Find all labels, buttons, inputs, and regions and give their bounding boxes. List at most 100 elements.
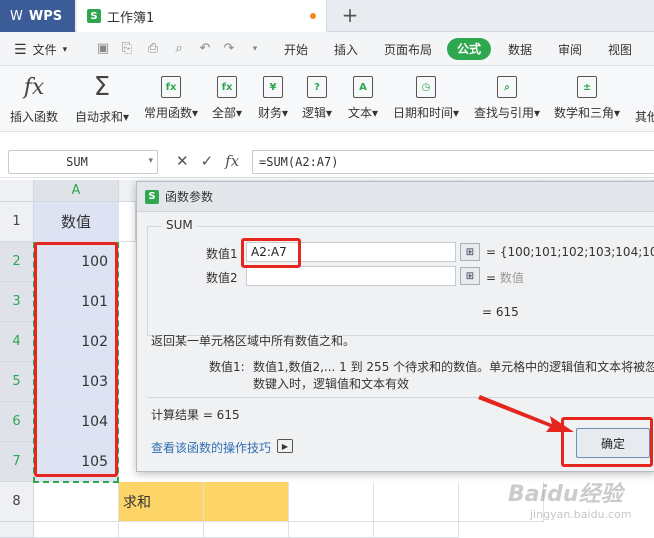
cell-a8[interactable] bbox=[34, 482, 119, 522]
undo-icon[interactable]: ↶ bbox=[196, 40, 214, 58]
cell-a4[interactable]: 102 bbox=[34, 322, 119, 362]
lookup-icon: ⌕ bbox=[497, 76, 518, 98]
common-fn-icon: fx bbox=[161, 76, 182, 98]
formula-input[interactable]: =SUM(A2:A7) bbox=[252, 150, 654, 174]
redo-icon[interactable]: ↷ bbox=[220, 40, 238, 58]
cancel-icon[interactable]: ✕ bbox=[176, 152, 189, 170]
row-header-9[interactable] bbox=[0, 522, 34, 538]
cell-d9[interactable] bbox=[289, 522, 374, 538]
print-preview-icon[interactable]: ⌕ bbox=[170, 40, 188, 58]
finance-icon: ¥ bbox=[263, 76, 284, 98]
file-menu[interactable]: ☰ 文件 ▾ bbox=[14, 41, 67, 58]
more-functions-button[interactable]: 其他 bbox=[634, 72, 654, 128]
row-header-2[interactable]: 2 bbox=[0, 242, 34, 282]
file-menu-label: 文件 bbox=[32, 43, 57, 57]
insert-function-button[interactable]: fx 插入函数 bbox=[10, 72, 58, 128]
finance-button[interactable]: ¥ 财务▾ bbox=[258, 72, 288, 128]
cell-b9[interactable] bbox=[119, 522, 204, 538]
dialog-titlebar[interactable]: S 函数参数 bbox=[137, 182, 654, 212]
text-functions-button[interactable]: A 文本▾ bbox=[348, 72, 378, 128]
cell-c8[interactable] bbox=[204, 482, 289, 522]
cell-a7[interactable]: 105 bbox=[34, 442, 119, 482]
cell-e8[interactable] bbox=[374, 482, 459, 522]
text-icon: A bbox=[353, 76, 374, 98]
common-functions-button[interactable]: fx 常用函数▾ bbox=[144, 72, 198, 128]
autosum-label: 自动求和 bbox=[75, 110, 124, 124]
cell-c9[interactable] bbox=[204, 522, 289, 538]
export-pdf-icon[interactable]: ⎘ bbox=[118, 40, 136, 58]
math-trig-button[interactable]: ± 数学和三角▾ bbox=[554, 72, 620, 128]
insert-function-icon[interactable]: fx bbox=[225, 152, 239, 170]
workbook-tab[interactable]: S 工作簿1 bbox=[77, 0, 327, 32]
row-header-4[interactable]: 4 bbox=[0, 322, 34, 362]
logic-button[interactable]: ? 逻辑▾ bbox=[302, 72, 332, 128]
wps-home-tab[interactable]: W WPS bbox=[0, 0, 75, 32]
range-picker-icon[interactable]: ⊞ bbox=[460, 267, 480, 285]
row-header-7[interactable]: 7 bbox=[0, 442, 34, 482]
new-tab-button[interactable]: + bbox=[340, 4, 360, 26]
all-functions-button[interactable]: fx 全部▾ bbox=[212, 72, 242, 128]
annotation-arrow bbox=[478, 395, 574, 432]
chevron-down-icon: ▾ bbox=[62, 44, 68, 55]
arg1-result: = {100;101;102;103;104;105} bbox=[486, 245, 654, 259]
chevron-down-icon: ▾ bbox=[148, 156, 153, 166]
tab-page-layout[interactable]: 页面布局 bbox=[384, 41, 432, 58]
cell-d8[interactable] bbox=[289, 482, 374, 522]
spreadsheet-icon: S bbox=[87, 9, 101, 23]
watermark-main: Baidu经验 bbox=[508, 482, 623, 507]
watermark: Baidu经验 jingyan.baidu.com bbox=[508, 476, 648, 532]
cell-a6[interactable]: 104 bbox=[34, 402, 119, 442]
lookup-reference-button[interactable]: ⌕ 查找与引用▾ bbox=[474, 72, 540, 128]
datetime-button[interactable]: ◷ 日期和时间▾ bbox=[393, 72, 459, 128]
math-trig-label: 数学和三角 bbox=[554, 106, 615, 120]
formulas-ribbon: fx 插入函数 Σ 自动求和▾ fx 常用函数▾ fx 全部▾ ¥ 财务▾ ? … bbox=[0, 66, 654, 132]
column-header-a[interactable]: A bbox=[34, 180, 119, 202]
arg2-input[interactable] bbox=[246, 266, 456, 286]
print-icon[interactable]: ⎙ bbox=[144, 40, 162, 58]
range-picker-icon[interactable]: ⊞ bbox=[460, 243, 480, 261]
cell-a5[interactable]: 103 bbox=[34, 362, 119, 402]
tab-home[interactable]: 开始 bbox=[284, 41, 308, 58]
cell-a3[interactable]: 101 bbox=[34, 282, 119, 322]
arg-help-label: 数值1: bbox=[209, 360, 245, 374]
row-header-5[interactable]: 5 bbox=[0, 362, 34, 402]
arg-help-line1: 数值1,数值2,... 1 到 255 个待求和的数值。单元格中的逻辑值和文本将… bbox=[253, 360, 654, 374]
cell-e9[interactable] bbox=[374, 522, 459, 538]
cell-a2[interactable]: 100 bbox=[34, 242, 119, 282]
video-icon[interactable]: ▶ bbox=[277, 439, 293, 453]
row-header-3[interactable]: 3 bbox=[0, 282, 34, 322]
function-tips-link[interactable]: 查看该函数的操作技巧 bbox=[151, 439, 271, 456]
calculation-result: 计算结果 = 615 bbox=[151, 408, 240, 422]
name-box[interactable]: SUM ▾ bbox=[8, 150, 158, 174]
cell-b1[interactable] bbox=[119, 202, 136, 242]
wps-app-name: WPS bbox=[28, 8, 63, 24]
cell-a1[interactable]: 数值 bbox=[34, 202, 119, 242]
confirm-icon[interactable]: ✓ bbox=[201, 152, 214, 170]
row-header-1[interactable]: 1 bbox=[0, 202, 34, 242]
row-header-6[interactable]: 6 bbox=[0, 402, 34, 442]
tab-review[interactable]: 审阅 bbox=[558, 41, 582, 58]
arg1-input[interactable]: A2:A7 bbox=[246, 242, 456, 262]
save-icon[interactable]: ▣ bbox=[94, 40, 112, 58]
row-header-8[interactable]: 8 bbox=[0, 482, 34, 522]
select-all-corner[interactable] bbox=[0, 180, 34, 202]
customize-chevron-icon[interactable]: ▾ bbox=[246, 40, 264, 58]
autosum-button[interactable]: Σ 自动求和▾ bbox=[75, 72, 129, 128]
finance-label: 财务 bbox=[258, 106, 283, 120]
sigma-icon: Σ bbox=[93, 72, 111, 102]
function-description: 返回某一单元格区域中所有数值之和。 bbox=[151, 334, 356, 348]
arg-help-line2: 数键入时，逻辑值和文本有效 bbox=[253, 377, 410, 391]
formula-bar: SUM ▾ ✕ ✓ fx =SUM(A2:A7) bbox=[0, 144, 654, 178]
insert-function-label: 插入函数 bbox=[10, 110, 59, 124]
logic-label: 逻辑 bbox=[302, 106, 327, 120]
lookup-reference-label: 查找与引用 bbox=[474, 106, 535, 120]
datetime-label: 日期和时间 bbox=[393, 106, 454, 120]
tab-view[interactable]: 视图 bbox=[608, 41, 632, 58]
all-fn-icon: fx bbox=[217, 76, 238, 98]
more-functions-label: 其他 bbox=[634, 110, 654, 124]
tab-data[interactable]: 数据 bbox=[508, 41, 532, 58]
cell-b8[interactable]: 求和 bbox=[119, 482, 204, 522]
tab-formulas[interactable]: 公式 bbox=[447, 38, 491, 60]
tab-insert[interactable]: 插入 bbox=[334, 41, 358, 58]
cell-a9[interactable] bbox=[34, 522, 119, 538]
